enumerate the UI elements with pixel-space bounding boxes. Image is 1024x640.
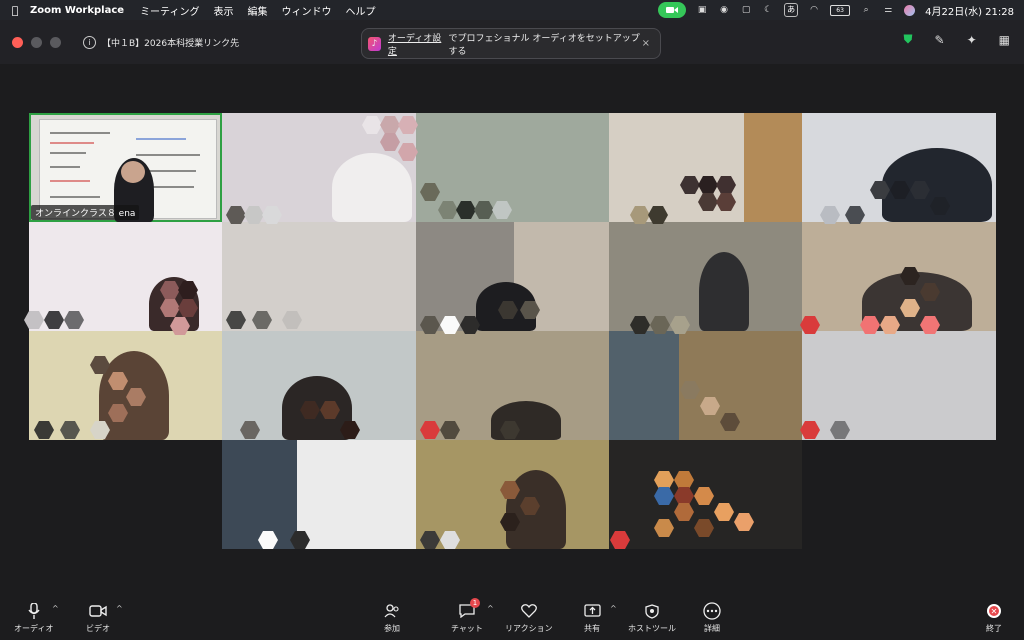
video-tile[interactable] bbox=[802, 331, 996, 440]
end-meeting-button[interactable]: ✕ 終了 bbox=[984, 602, 1004, 634]
titlebar-tools: ⛊ ✎ ✦ ▦ bbox=[904, 32, 1010, 47]
screen-share-icon[interactable]: ▢ bbox=[740, 4, 752, 16]
menu-window[interactable]: ウィンドウ bbox=[281, 3, 331, 18]
microphone-icon bbox=[24, 602, 44, 620]
video-tile[interactable] bbox=[802, 113, 996, 222]
chat-icon: 1 bbox=[457, 598, 480, 620]
share-options-chevron-icon[interactable]: ^ bbox=[610, 604, 617, 613]
info-icon[interactable]: i bbox=[83, 35, 96, 49]
wardrobe bbox=[744, 113, 802, 222]
participants-icon bbox=[382, 602, 402, 620]
notice-close-button[interactable]: × bbox=[642, 38, 650, 49]
siri-icon[interactable] bbox=[904, 4, 916, 16]
heart-icon bbox=[519, 602, 539, 620]
notice-text: でプロフェショナル オーディオをセットアップする bbox=[448, 33, 640, 57]
input-method-icon[interactable]: あ bbox=[784, 3, 799, 17]
meeting-toolbar: オーディオ ^ ビデオ ^ 参加 1 チャット ^ リアクション 共有 ^ ホス… bbox=[0, 592, 1024, 640]
meeting-title: 【中１B】2026本科授業リンク先 bbox=[102, 38, 240, 49]
menu-view[interactable]: 表示 bbox=[213, 3, 233, 18]
chat-button[interactable]: 1 チャット bbox=[451, 598, 483, 634]
host-tools-button[interactable]: ホストツール bbox=[628, 602, 676, 634]
moon-icon[interactable]: ☾ bbox=[762, 4, 774, 16]
audio-options-chevron-icon[interactable]: ^ bbox=[52, 604, 59, 613]
battery-icon[interactable]: 63 bbox=[830, 4, 851, 16]
window-controls bbox=[12, 36, 61, 48]
minimize-window-button[interactable] bbox=[31, 36, 42, 48]
menu-meeting[interactable]: ミーティング bbox=[140, 3, 199, 18]
host-shield-icon bbox=[642, 602, 662, 620]
menu-bar:  Zoom Workplace ミーティング 表示 編集 ウィンドウ ヘルプ … bbox=[0, 0, 1024, 20]
video-tile[interactable] bbox=[609, 222, 802, 331]
share-screen-icon bbox=[582, 602, 602, 620]
video-label: ビデオ bbox=[86, 624, 110, 633]
security-shield-icon[interactable]: ⛊ bbox=[904, 32, 913, 47]
video-camera-icon bbox=[88, 602, 108, 620]
chat-options-chevron-icon[interactable]: ^ bbox=[487, 604, 494, 613]
apps-grid-icon[interactable]: ▦ bbox=[999, 33, 1010, 47]
video-tile-active-speaker[interactable]: オンラインクラス８ ena bbox=[29, 113, 222, 222]
end-icon: ✕ bbox=[984, 602, 1004, 620]
audio-button[interactable]: オーディオ bbox=[14, 602, 53, 634]
music-icon: ♪ bbox=[368, 36, 381, 51]
video-tile[interactable] bbox=[222, 440, 416, 549]
chat-label: チャット bbox=[451, 624, 483, 633]
camera-in-use-icon[interactable] bbox=[658, 2, 687, 18]
participant-name-label: オンラインクラス８ ena bbox=[31, 205, 140, 220]
background-object bbox=[609, 331, 679, 440]
chat-unread-badge: 1 bbox=[469, 598, 480, 608]
more-label: 詳細 bbox=[704, 624, 720, 633]
more-dots-icon bbox=[702, 602, 722, 620]
participants-label: 参加 bbox=[384, 624, 400, 633]
share-label: 共有 bbox=[584, 624, 600, 633]
window-titlebar: i 【中１B】2026本科授業リンク先 ♪ オーディオ設定 でプロフェショナル … bbox=[0, 20, 1024, 64]
menu-edit[interactable]: 編集 bbox=[247, 3, 267, 18]
zoom-tray-icon[interactable]: ▣ bbox=[696, 4, 708, 16]
audio-settings-link[interactable]: オーディオ設定 bbox=[388, 31, 446, 57]
share-button[interactable]: 共有 bbox=[582, 602, 602, 634]
hanging-coat bbox=[699, 252, 749, 331]
background-object bbox=[222, 440, 297, 549]
reactions-button[interactable]: リアクション bbox=[505, 602, 553, 634]
menu-help[interactable]: ヘルプ bbox=[345, 3, 375, 18]
search-icon[interactable]: ⌕ bbox=[860, 4, 872, 16]
audio-label: オーディオ bbox=[14, 624, 54, 633]
video-tile[interactable] bbox=[802, 222, 996, 331]
annotate-pen-icon[interactable]: ✎ bbox=[935, 33, 945, 47]
reactions-label: リアクション bbox=[505, 624, 553, 633]
video-button[interactable]: ビデオ bbox=[86, 602, 110, 634]
zoom-window-button[interactable] bbox=[50, 36, 61, 48]
video-tile[interactable] bbox=[222, 222, 416, 331]
teacher-face bbox=[121, 161, 145, 183]
audio-settings-notice: ♪ オーディオ設定 でプロフェショナル オーディオをセットアップする × bbox=[361, 28, 661, 59]
video-tile[interactable] bbox=[609, 331, 802, 440]
app-menu[interactable]: Zoom Workplace bbox=[30, 5, 124, 16]
wifi-icon[interactable]: ◠ bbox=[808, 4, 820, 16]
more-button[interactable]: 詳細 bbox=[702, 602, 722, 634]
end-label: 終了 bbox=[986, 624, 1002, 633]
participant-figure bbox=[491, 401, 561, 440]
apple-icon[interactable]:  bbox=[0, 4, 30, 17]
menubar-clock[interactable]: 4月22日(水) 21:28 bbox=[925, 3, 1014, 18]
video-options-chevron-icon[interactable]: ^ bbox=[116, 604, 123, 613]
control-center-icon[interactable]: ⚌ bbox=[882, 4, 894, 16]
participant-figure bbox=[332, 153, 412, 222]
record-icon[interactable]: ◉ bbox=[718, 4, 730, 16]
close-window-button[interactable] bbox=[12, 36, 23, 48]
ai-companion-icon[interactable]: ✦ bbox=[967, 33, 977, 47]
host-tools-label: ホストツール bbox=[628, 624, 676, 633]
participants-button[interactable]: 参加 bbox=[382, 602, 402, 634]
